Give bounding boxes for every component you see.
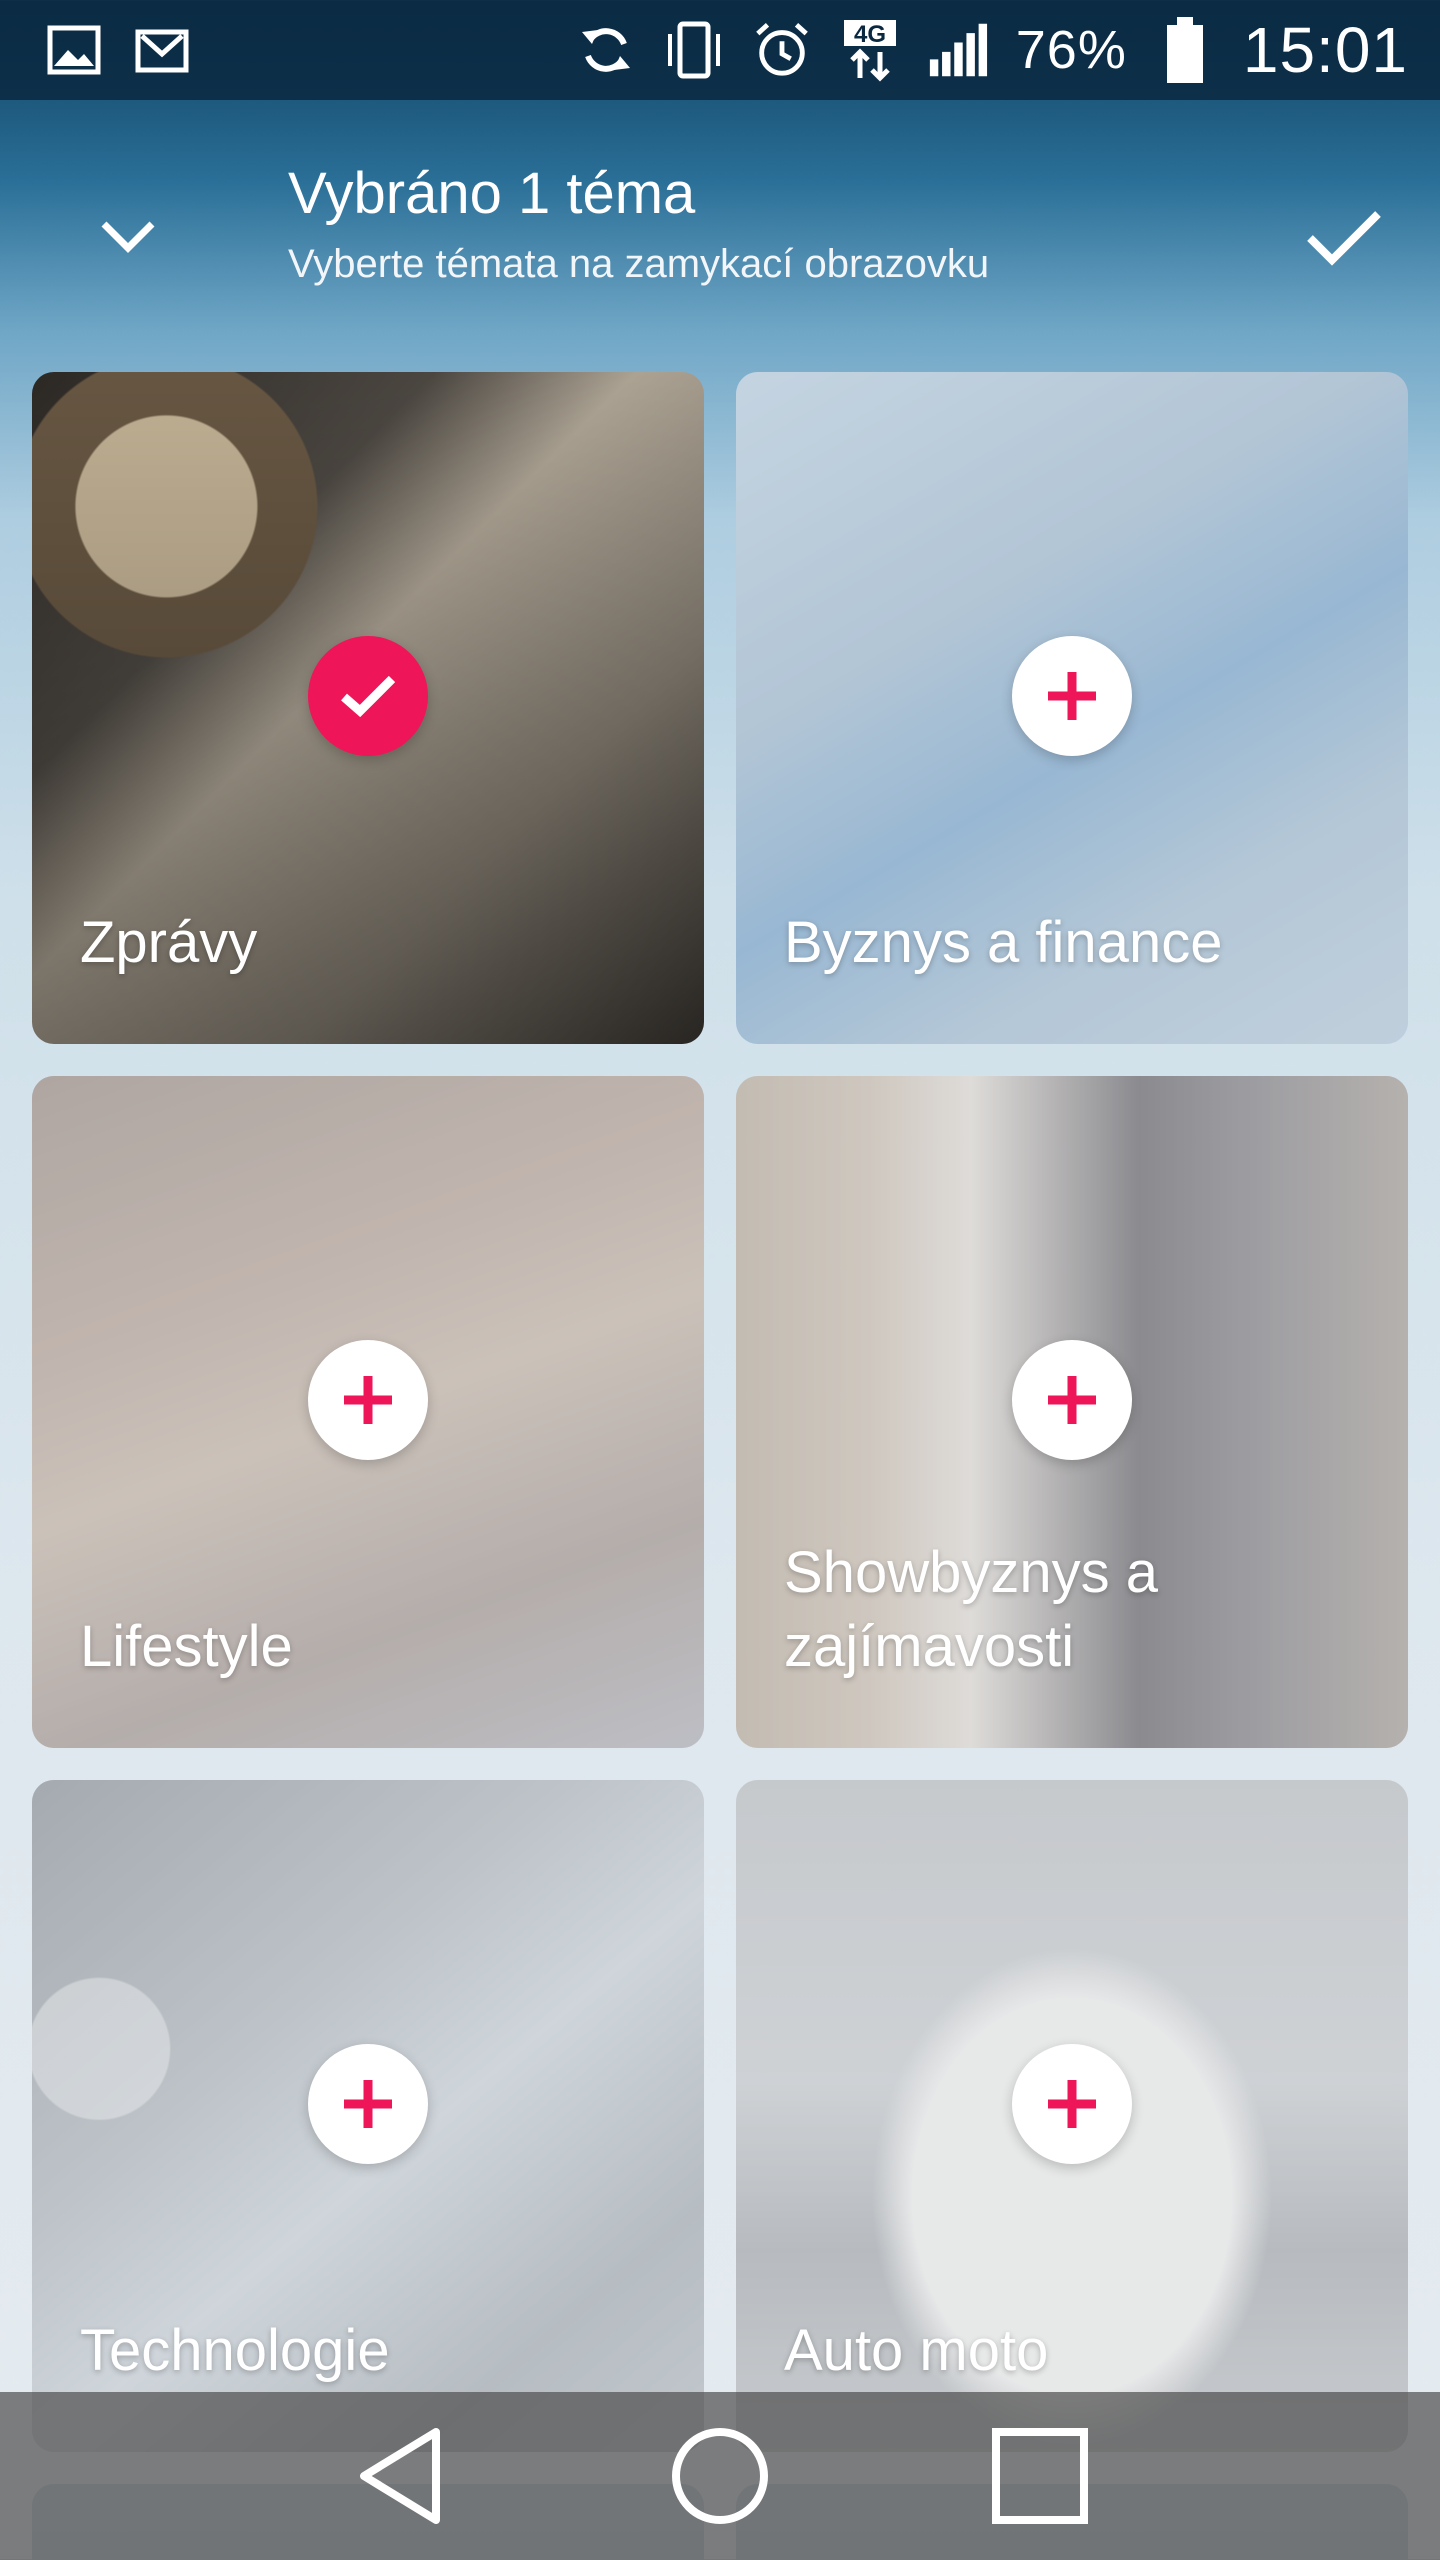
vibrate-icon [664, 20, 724, 80]
topic-tile-lifestyle[interactable]: Lifestyle [32, 1076, 704, 1748]
topic-tile-technologie[interactable]: Technologie [32, 1780, 704, 2452]
recents-icon [992, 2428, 1088, 2524]
page-subtitle: Vyberte témata na zamykací obrazovku [288, 242, 990, 286]
topic-toggle-add[interactable] [1012, 636, 1132, 756]
plus-icon [1048, 2080, 1096, 2128]
navigation-bar [0, 2392, 1440, 2560]
topic-tile-byznys[interactable]: Byznys a finance [736, 372, 1408, 1044]
topic-grid: Zprávy Byznys a finance Lifestyle Showby… [32, 372, 1408, 2452]
topic-tile-auto-moto[interactable]: Auto moto [736, 1780, 1408, 2452]
status-bar: 4G 76% 15:01 [0, 0, 1440, 100]
battery-percent: 76% [1015, 20, 1127, 80]
image-icon [44, 20, 104, 80]
page-title: Vybráno 1 téma [288, 161, 696, 226]
plus-icon [1048, 1376, 1096, 1424]
sync-icon [576, 20, 636, 80]
plus-icon [344, 2080, 392, 2128]
topic-tile-zpravy[interactable]: Zprávy [32, 372, 704, 1044]
topic-label: Zprávy [80, 910, 258, 975]
confirm-button[interactable] [1296, 190, 1392, 286]
topic-label: Auto moto [784, 2318, 1049, 2383]
back-button[interactable] [340, 2416, 460, 2536]
network-label: 4G [854, 21, 886, 48]
topic-picker-header: Vybráno 1 téma Vyberte témata na zamykac… [0, 100, 1440, 360]
topic-label: Lifestyle [80, 1614, 293, 1679]
collapse-button[interactable] [88, 196, 168, 276]
clock: 15:01 [1242, 14, 1408, 86]
recents-button[interactable] [980, 2416, 1100, 2536]
topic-tile-showbyznys[interactable]: Showbyznys a zajímavosti [736, 1076, 1408, 1748]
plus-icon [1048, 672, 1096, 720]
topic-label: Showbyznys a zajímavosti [784, 1540, 1158, 1679]
topic-toggle-add[interactable] [308, 1340, 428, 1460]
checkmark-icon [1307, 211, 1381, 266]
home-button[interactable] [660, 2416, 780, 2536]
topic-label: Technologie [80, 2318, 390, 2383]
topic-toggle-add[interactable] [1012, 2044, 1132, 2164]
gmail-icon [132, 20, 192, 80]
topic-toggle-selected[interactable] [308, 636, 428, 756]
status-bar-right: 4G 76% 15:01 [576, 13, 1408, 87]
topic-toggle-add[interactable] [308, 2044, 428, 2164]
topic-toggle-add[interactable] [1012, 1340, 1132, 1460]
4g-data-icon: 4G [840, 20, 900, 82]
back-icon [360, 2428, 440, 2524]
status-bar-left [44, 20, 192, 80]
topic-label: Byznys a finance [784, 910, 1223, 975]
home-icon [672, 2428, 768, 2524]
alarm-icon [752, 20, 812, 80]
battery-icon [1155, 17, 1215, 83]
plus-icon [344, 1376, 392, 1424]
signal-icon [928, 20, 988, 80]
chevron-down-icon [101, 221, 155, 253]
check-icon [341, 675, 396, 718]
